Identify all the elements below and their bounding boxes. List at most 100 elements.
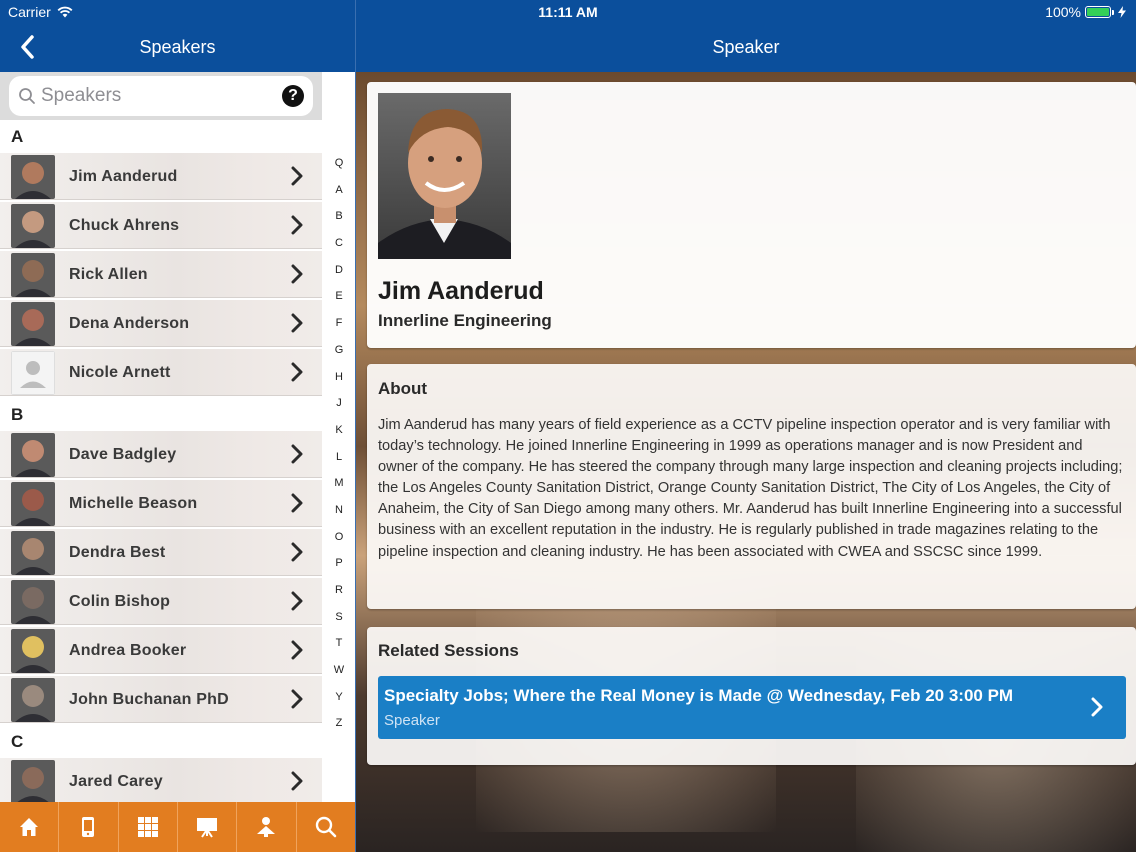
tab-bar: [0, 802, 355, 852]
speaker-name: Jim Aanderud: [378, 277, 544, 305]
speaker-row[interactable]: Jim Aanderud: [0, 153, 322, 200]
speaker-row[interactable]: Michelle Beason: [0, 480, 322, 527]
index-letter[interactable]: H: [324, 364, 354, 391]
index-letter[interactable]: N: [324, 497, 354, 524]
index-letter[interactable]: L: [324, 444, 354, 471]
tab-grid[interactable]: [117, 802, 177, 852]
speaker-row[interactable]: Rick Allen: [0, 251, 322, 298]
avatar: [11, 760, 55, 802]
nav-title: Speakers: [139, 37, 216, 57]
index-letter[interactable]: P: [324, 550, 354, 577]
avatar: [11, 302, 55, 346]
speaker-bio: Jim Aanderud has many years of field exp…: [378, 417, 1123, 560]
speakers-nav-bar: Speakers: [0, 24, 355, 72]
speaker-name: Chuck Ahrens: [69, 217, 180, 234]
index-letter[interactable]: F: [324, 310, 354, 337]
mobile-device-icon: [82, 817, 95, 837]
chevron-right-icon: [291, 542, 303, 562]
speaker-detail-nav-bar: Speaker: [356, 24, 1136, 72]
index-letter[interactable]: R: [324, 577, 354, 604]
index-letter[interactable]: T: [324, 630, 354, 657]
index-letter[interactable]: A: [324, 177, 354, 204]
speaker-row[interactable]: Nicole Arnett: [0, 349, 322, 396]
chevron-right-icon: [291, 493, 303, 513]
speaker-profile-card: Jim Aanderud Innerline Engineering: [367, 82, 1136, 348]
speaker-name: Jared Carey: [69, 773, 163, 790]
avatar: [11, 155, 55, 199]
search-input[interactable]: [41, 85, 271, 107]
chevron-right-icon: [291, 264, 303, 284]
session-title: Specialty Jobs; Where the Real Money is …: [384, 686, 1014, 705]
speaker-row[interactable]: John Buchanan PhD: [0, 676, 322, 723]
section-header-c: C: [0, 725, 322, 758]
home-icon: [20, 818, 39, 836]
chevron-right-icon: [291, 362, 303, 382]
help-icon[interactable]: ?: [282, 85, 304, 107]
presentation-icon: [197, 818, 218, 838]
speaker-name: Dena Anderson: [69, 315, 190, 332]
tab-speakers[interactable]: [236, 802, 295, 852]
avatar: [11, 482, 55, 526]
speaker-row[interactable]: Andrea Booker: [0, 627, 322, 674]
tab-sessions[interactable]: [176, 802, 236, 852]
chevron-right-icon: [291, 215, 303, 235]
speaker-person-icon: [257, 817, 276, 837]
avatar: [11, 204, 55, 248]
speaker-name: Colin Bishop: [69, 593, 171, 610]
detail-nav-title: Speaker: [712, 37, 780, 57]
speaker-photo: [378, 93, 511, 259]
about-card: About Jim Aanderud has many years of fie…: [367, 364, 1136, 609]
index-letter[interactable]: J: [324, 390, 354, 417]
placeholder-avatar-icon: [11, 351, 55, 395]
speaker-row[interactable]: Jared Carey: [0, 758, 322, 802]
avatar: [11, 531, 55, 575]
index-letter[interactable]: B: [324, 203, 354, 230]
chevron-right-icon: [291, 640, 303, 660]
tab-search[interactable]: [295, 802, 355, 852]
chevron-right-icon: [291, 444, 303, 464]
speaker-row[interactable]: Dena Anderson: [0, 300, 322, 347]
speaker-row[interactable]: Chuck Ahrens: [0, 202, 322, 249]
chevron-right-icon: [1091, 697, 1103, 717]
avatar: [11, 678, 55, 722]
index-letter[interactable]: D: [324, 257, 354, 284]
index-letter[interactable]: M: [324, 470, 354, 497]
index-letter[interactable]: Z: [324, 710, 354, 737]
battery-label: 100%: [1045, 4, 1081, 20]
index-letter[interactable]: S: [324, 604, 354, 631]
speaker-list-panel: ? A Jim Aanderud Chuck Ahrens Rick Allen Den…: [0, 72, 355, 802]
speaker-name: Rick Allen: [69, 266, 148, 283]
index-letter[interactable]: Y: [324, 684, 354, 711]
tab-mobile[interactable]: [58, 802, 117, 852]
speaker-name: Nicole Arnett: [69, 364, 171, 381]
index-letter[interactable]: Q: [324, 150, 354, 177]
tab-home[interactable]: [0, 802, 58, 852]
speaker-detail-panel: Jim Aanderud Innerline Engineering About…: [356, 72, 1136, 852]
speaker-name: Michelle Beason: [69, 495, 198, 512]
session-item[interactable]: Specialty Jobs; Where the Real Money is …: [378, 676, 1126, 739]
index-letter[interactable]: K: [324, 417, 354, 444]
grid-icon: [137, 817, 158, 837]
battery-icon: [1085, 6, 1111, 18]
avatar: [11, 253, 55, 297]
index-letter[interactable]: C: [324, 230, 354, 257]
chevron-right-icon: [291, 771, 303, 791]
section-header-b: B: [0, 398, 322, 431]
speaker-row[interactable]: Dendra Best: [0, 529, 322, 576]
index-letter[interactable]: W: [324, 657, 354, 684]
speaker-row[interactable]: Dave Badgley: [0, 431, 322, 478]
alphabet-index: QABCDEFGHJKLMNOPRSTWYZ: [324, 150, 354, 737]
session-role: Speaker: [384, 712, 440, 729]
speaker-name: Andrea Booker: [69, 642, 187, 659]
search-box[interactable]: ?: [9, 76, 313, 116]
chevron-right-icon: [291, 166, 303, 186]
index-letter[interactable]: O: [324, 524, 354, 551]
speaker-name: John Buchanan PhD: [69, 691, 229, 708]
clock: 11:11 AM: [538, 4, 598, 20]
search-icon: [19, 88, 35, 104]
index-letter[interactable]: G: [324, 337, 354, 364]
speaker-name: Jim Aanderud: [69, 168, 178, 185]
speaker-row[interactable]: Colin Bishop: [0, 578, 322, 625]
avatar: [11, 629, 55, 673]
index-letter[interactable]: E: [324, 283, 354, 310]
